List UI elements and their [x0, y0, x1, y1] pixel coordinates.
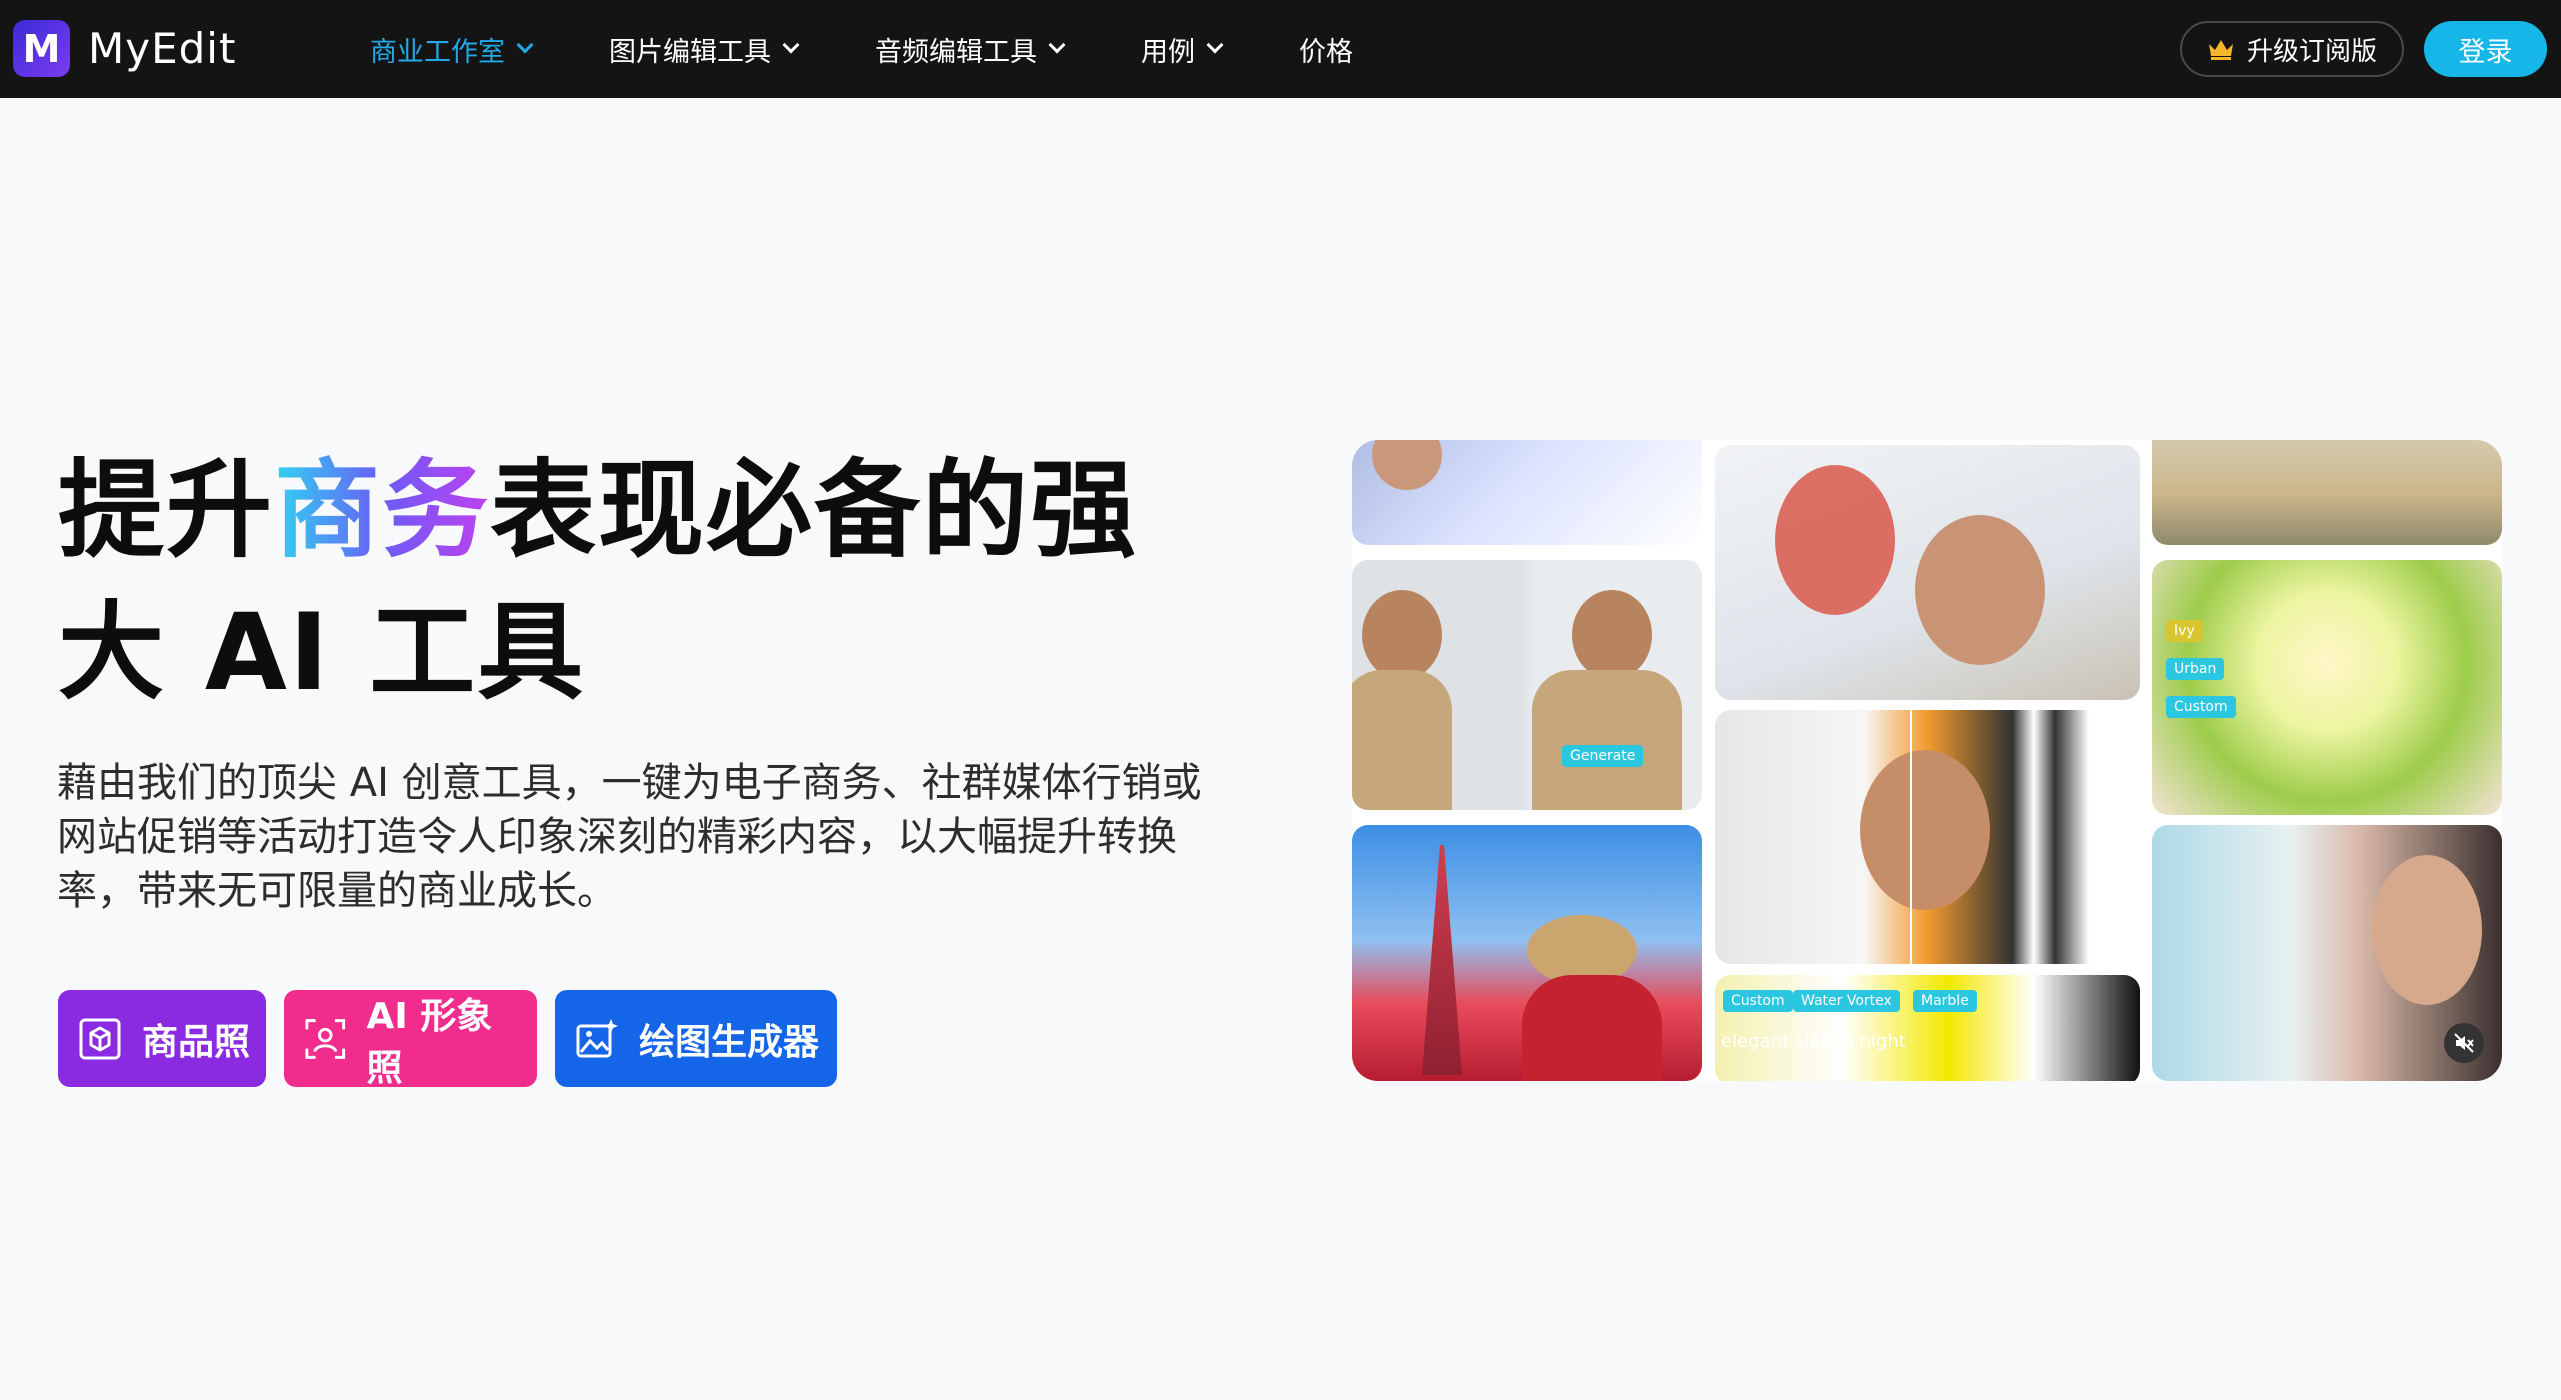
menu-label: 图片编辑工具: [609, 36, 771, 68]
prompt-caption: elegant slab in night: [1721, 1031, 1906, 1052]
menu-item-business-studio[interactable]: 商业工作室: [370, 30, 534, 69]
water-vortex-tag: Water Vortex: [1793, 990, 1900, 1012]
collage-tile-portrait-texture: [1352, 440, 1702, 545]
collage-tile-text-to-image: Custom Water Vortex Marble elegant slab …: [1715, 975, 2140, 1081]
chevron-down-icon: [1206, 36, 1224, 54]
marble-tag: Marble: [1913, 990, 1977, 1012]
image-generator-button[interactable]: 绘图生成器: [555, 990, 837, 1087]
hero-description: 藉由我们的顶尖 AI 创意工具，一键为电子商务、社群媒体行销或网站促销等活动打造…: [57, 760, 1202, 914]
crown-icon: [2208, 40, 2233, 60]
top-nav: M MyEdit 商业工作室 图片编辑工具 音频编辑工具 用例 价格 升级订阅版: [0, 0, 2561, 98]
mute-icon: [2454, 1033, 2474, 1053]
headline-highlight: 商务: [274, 449, 490, 572]
tower-image: [1422, 845, 1462, 1075]
woman-face-image: [2372, 855, 2482, 1005]
menu-item-pricing[interactable]: 价格: [1299, 30, 1353, 69]
menu-label: 价格: [1299, 36, 1353, 68]
face-image: [1372, 440, 1442, 490]
woman-face-image: [1860, 750, 1990, 910]
urban-tag: Urban: [2166, 658, 2225, 680]
upgrade-label: 升级订阅版: [2246, 36, 2377, 67]
man-image: [1362, 590, 1442, 680]
collage-tile-background-removal: Generate: [1352, 560, 1702, 810]
custom-tag: Custom: [1723, 990, 1793, 1012]
collage-tile-travel-photo: [1352, 825, 1702, 1081]
collage-tile-compare-slider: [1715, 710, 2140, 964]
chevron-down-icon: [516, 36, 534, 54]
headline-text: 表现必备的强: [490, 449, 1138, 572]
feature-collage: Generate Custom Water Vortex Marble eleg…: [1352, 440, 2502, 1081]
headline-text: 提升: [58, 449, 274, 572]
shirt-image: [1532, 670, 1682, 810]
ai-portrait-icon: [305, 1018, 346, 1059]
brand-name: MyEdit: [88, 24, 237, 73]
collage-tile-style-transfer: Ivy Urban Custom: [2152, 560, 2502, 815]
button-label: AI 形象照: [366, 995, 493, 1089]
login-button[interactable]: 登录: [2424, 21, 2547, 77]
main-menu: 商业工作室 图片编辑工具 音频编辑工具 用例 价格: [370, 0, 1431, 98]
myedit-logo-icon: M: [13, 20, 70, 77]
button-label: 绘图生成器: [639, 1021, 820, 1063]
menu-label: 商业工作室: [370, 36, 505, 68]
collage-tile-house: [2152, 440, 2502, 545]
button-label: 商品照: [142, 1021, 251, 1063]
menu-item-photo-tools[interactable]: 图片编辑工具: [609, 30, 800, 69]
cta-group: 商品照 AI 形象照 绘图生成器: [58, 990, 855, 1089]
menu-item-use-cases[interactable]: 用例: [1141, 30, 1224, 69]
mute-button[interactable]: [2444, 1023, 2484, 1063]
anime-hair-image: [1775, 465, 1895, 615]
product-photo-button[interactable]: 商品照: [58, 990, 266, 1087]
man-face-image: [1915, 515, 2045, 665]
image-generator-icon: [576, 1018, 618, 1057]
menu-label: 音频编辑工具: [875, 36, 1037, 68]
headline-text: 大 AI 工具: [58, 591, 586, 714]
hero-headline: 提升商务表现必备的强 大 AI 工具: [58, 440, 1208, 724]
upgrade-button[interactable]: 升级订阅版: [2180, 21, 2404, 77]
ivy-tag: Ivy: [2166, 620, 2203, 642]
chevron-down-icon: [782, 36, 800, 54]
shirt-image: [1352, 670, 1452, 810]
custom-tag: Custom: [2166, 696, 2236, 718]
woman-image: [1522, 975, 1662, 1081]
generate-tag: Generate: [1562, 745, 1644, 767]
menu-item-audio-tools[interactable]: 音频编辑工具: [875, 30, 1066, 69]
compare-divider[interactable]: [1910, 710, 1912, 964]
ai-portrait-button[interactable]: AI 形象照: [284, 990, 537, 1089]
collage-tile-anime-couple: [1715, 445, 2140, 700]
chevron-down-icon: [1048, 36, 1066, 54]
man-image: [1572, 590, 1652, 680]
logo[interactable]: M MyEdit: [13, 20, 236, 77]
product-photo-icon: [79, 1018, 121, 1059]
menu-label: 用例: [1141, 36, 1195, 68]
